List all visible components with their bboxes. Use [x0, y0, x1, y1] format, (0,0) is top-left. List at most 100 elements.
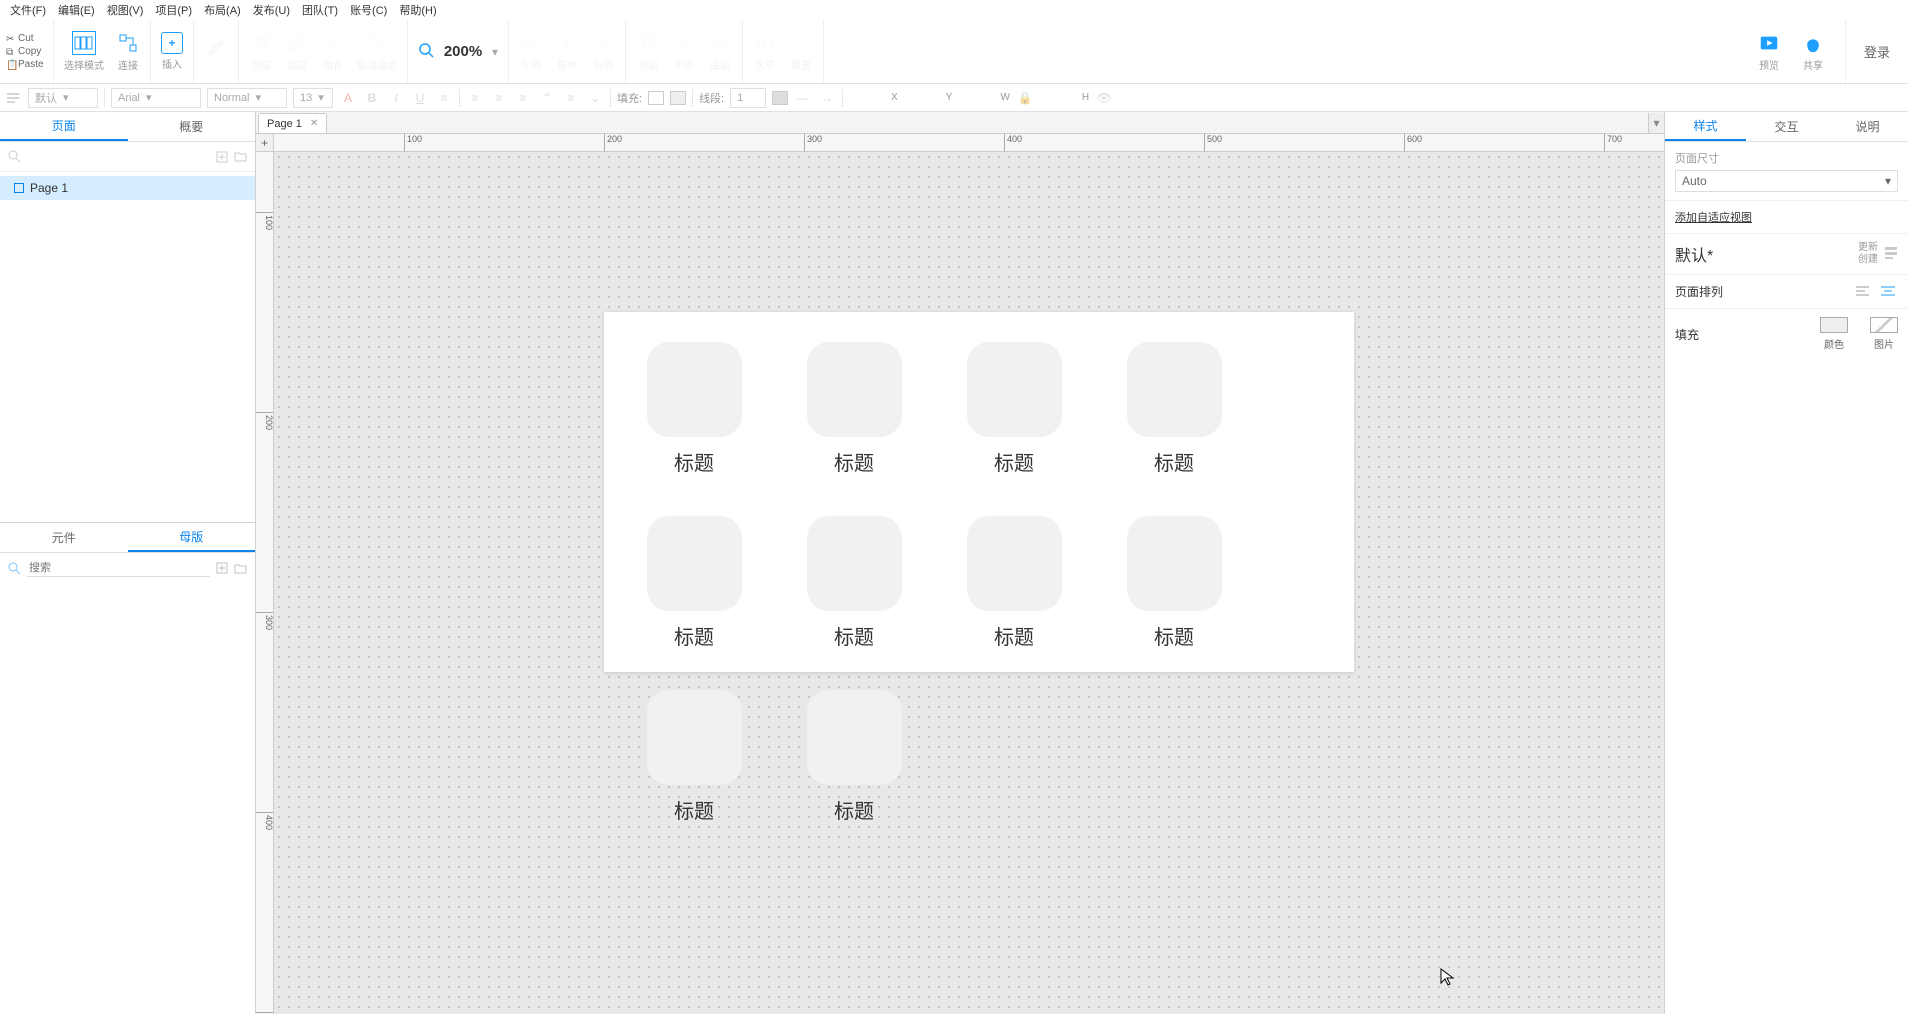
tab-style[interactable]: 样式 — [1665, 112, 1746, 141]
bold-icon[interactable]: B — [363, 89, 381, 107]
fill-alt-swatch[interactable] — [670, 91, 686, 105]
tab-overflow-icon[interactable]: ▾ — [1648, 113, 1664, 133]
card-item[interactable]: 标题 — [804, 690, 904, 824]
h-input[interactable] — [1048, 92, 1078, 104]
tab-widgets[interactable]: 元件 — [0, 523, 128, 552]
menu-account[interactable]: 账号(C) — [344, 0, 393, 20]
preview-button[interactable] — [1757, 31, 1781, 55]
distribute-v-icon[interactable] — [789, 31, 813, 55]
zoom-input[interactable] — [438, 43, 488, 60]
group-icon[interactable] — [321, 31, 345, 55]
select-mode-icon[interactable] — [72, 31, 96, 55]
page-align-left-icon[interactable] — [1853, 283, 1873, 299]
text-align-top-icon[interactable]: ⌃ — [538, 89, 556, 107]
tab-pages[interactable]: 页面 — [0, 112, 128, 141]
text-align-right-icon[interactable]: ≡ — [514, 89, 532, 107]
page-tab[interactable]: Page 1 ✕ — [258, 113, 327, 133]
text-align-left-icon[interactable]: ≡ — [466, 89, 484, 107]
menu-project[interactable]: 项目(P) — [149, 0, 198, 20]
x-input[interactable] — [857, 92, 887, 104]
send-back-icon[interactable] — [285, 31, 309, 55]
zoom-icon[interactable] — [418, 42, 434, 61]
style-manager-icon[interactable] — [4, 89, 22, 107]
page-size-select[interactable]: Auto▾ — [1675, 170, 1898, 192]
underline-icon[interactable]: U — [411, 89, 429, 107]
font-select[interactable]: Arial▾ — [111, 88, 201, 108]
lock-aspect-icon[interactable]: 🔒 — [1016, 89, 1034, 107]
styleset-manage-icon[interactable] — [1884, 246, 1898, 263]
stroke-color-swatch[interactable] — [772, 91, 788, 105]
style-preset-select[interactable]: 默认▾ — [28, 88, 98, 108]
paste-button[interactable]: 📋Paste — [6, 58, 53, 71]
text-align-center-icon[interactable]: ≡ — [490, 89, 508, 107]
tab-masters[interactable]: 母版 — [128, 523, 256, 552]
align-center-icon[interactable] — [555, 31, 579, 55]
text-align-bot-icon[interactable]: ⌄ — [586, 89, 604, 107]
search-icon[interactable] — [8, 150, 21, 163]
connect-icon[interactable] — [116, 31, 140, 55]
visibility-icon[interactable]: 👁 — [1095, 89, 1113, 107]
card-item[interactable]: 标题 — [964, 516, 1064, 650]
align-middle-icon[interactable] — [672, 31, 696, 55]
add-page-icon[interactable] — [216, 151, 228, 163]
stroke-style-icon[interactable]: — — [794, 89, 812, 107]
ruler-corner[interactable]: + — [256, 134, 274, 152]
library-search-input[interactable] — [27, 560, 210, 577]
text-align-mid-icon[interactable]: ≡ — [562, 89, 580, 107]
vertical-ruler[interactable]: 100 200 300 400 500 — [256, 152, 274, 1014]
tab-notes[interactable]: 说明 — [1827, 112, 1908, 141]
align-bottom-icon[interactable] — [708, 31, 732, 55]
align-left-icon[interactable] — [519, 31, 543, 55]
menu-publish[interactable]: 发布(U) — [247, 0, 296, 20]
insert-button[interactable]: + — [161, 32, 183, 54]
add-master-folder-icon[interactable] — [234, 563, 247, 574]
font-weight-select[interactable]: Normal▾ — [207, 88, 287, 108]
card-item[interactable]: 标题 — [1124, 342, 1224, 476]
bring-front-icon[interactable] — [249, 31, 273, 55]
card-item[interactable]: 标题 — [964, 342, 1064, 476]
artboard[interactable]: 标题 标题 标题 标题 标题 标题 标题 标题 标题 标题 — [604, 312, 1354, 672]
arrow-style-icon[interactable]: → — [818, 89, 836, 107]
menu-team[interactable]: 团队(T) — [296, 0, 344, 20]
menu-layout[interactable]: 布局(A) — [198, 0, 247, 20]
add-master-icon[interactable] — [216, 562, 228, 574]
fill-color-option[interactable]: 颜色 — [1820, 317, 1848, 351]
cut-button[interactable]: ✂Cut — [6, 32, 53, 45]
tab-outline[interactable]: 概要 — [128, 112, 256, 141]
bullet-list-icon[interactable]: ≡ — [435, 89, 453, 107]
ungroup-icon[interactable] — [365, 31, 389, 55]
card-item[interactable]: 标题 — [644, 342, 744, 476]
card-item[interactable]: 标题 — [1124, 516, 1224, 650]
fill-image-option[interactable]: 图片 — [1870, 317, 1898, 351]
share-button[interactable] — [1801, 31, 1825, 55]
menu-help[interactable]: 帮助(H) — [393, 0, 442, 20]
close-tab-icon[interactable]: ✕ — [310, 118, 318, 129]
y-input[interactable] — [912, 92, 942, 104]
design-canvas[interactable]: 标题 标题 标题 标题 标题 标题 标题 标题 标题 标题 — [274, 152, 1664, 1014]
add-folder-icon[interactable] — [234, 151, 247, 162]
font-size-select[interactable]: 13▾ — [293, 88, 333, 108]
italic-icon[interactable]: I — [387, 89, 405, 107]
pen-icon[interactable] — [204, 34, 228, 58]
menu-edit[interactable]: 编辑(E) — [52, 0, 101, 20]
page-align-center-icon[interactable] — [1878, 283, 1898, 299]
card-item[interactable]: 标题 — [804, 342, 904, 476]
tab-interactions[interactable]: 交互 — [1746, 112, 1827, 141]
w-input[interactable] — [966, 92, 996, 104]
card-item[interactable]: 标题 — [804, 516, 904, 650]
copy-button[interactable]: ⧉Copy — [6, 45, 53, 58]
stroke-width-select[interactable]: 1 — [730, 88, 766, 108]
card-item[interactable]: 标题 — [644, 690, 744, 824]
card-item[interactable]: 标题 — [644, 516, 744, 650]
zoom-dropdown-icon[interactable]: ▾ — [492, 45, 498, 59]
distribute-h-icon[interactable] — [753, 31, 777, 55]
menu-file[interactable]: 文件(F) — [4, 0, 52, 20]
horizontal-ruler[interactable]: 100 200 300 400 500 600 700 800 — [274, 134, 1664, 152]
page-item[interactable]: Page 1 — [0, 176, 255, 200]
search-icon[interactable] — [8, 562, 21, 575]
menu-view[interactable]: 视图(V) — [101, 0, 150, 20]
fill-color-swatch[interactable] — [648, 91, 664, 105]
add-adaptive-link[interactable]: 添加自适应视图 — [1675, 212, 1752, 224]
align-right-icon[interactable] — [591, 31, 615, 55]
text-color-icon[interactable]: A — [339, 89, 357, 107]
